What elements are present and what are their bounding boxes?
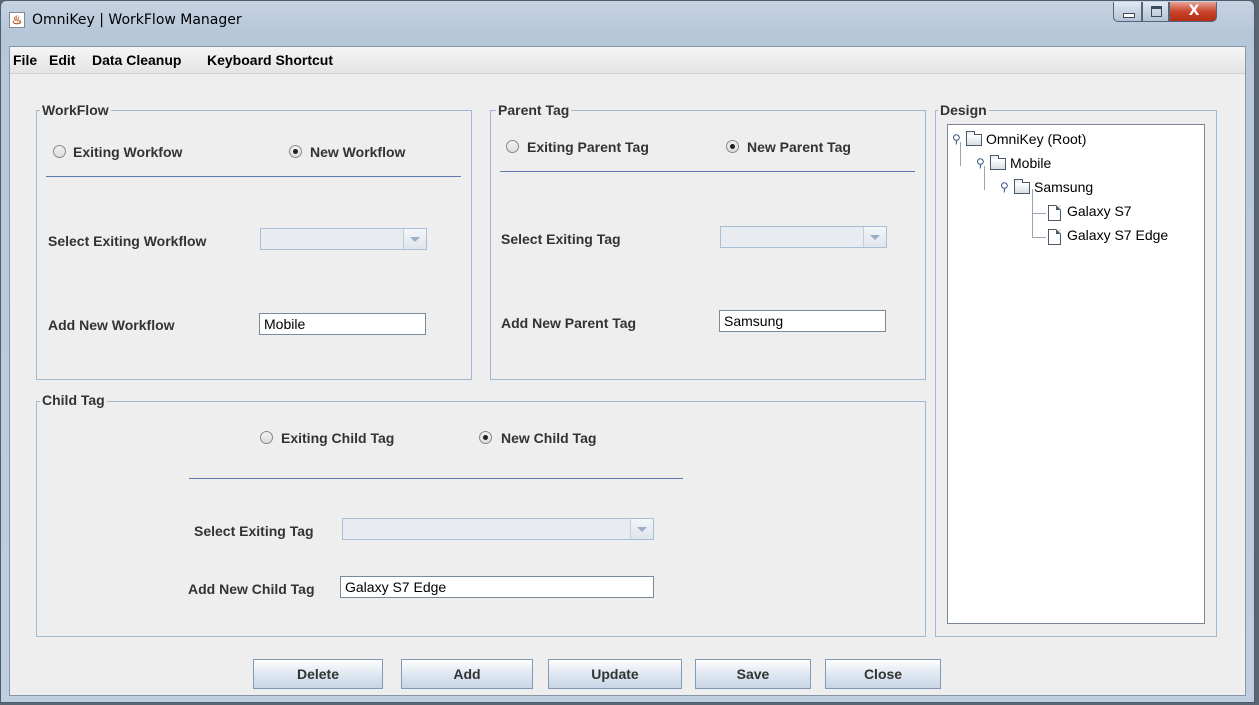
- existing-workflow-label[interactable]: Exiting Workfow: [73, 144, 182, 160]
- maximize-button[interactable]: [1142, 2, 1169, 22]
- maximize-icon: [1151, 6, 1162, 17]
- title-bar[interactable]: ♨ OmniKey | WorkFlow Manager X: [1, 1, 1254, 39]
- delete-button[interactable]: Delete: [253, 659, 383, 689]
- new-workflow-input[interactable]: Mobile: [259, 313, 426, 335]
- tree-connector: [1032, 237, 1046, 238]
- minimize-icon: [1123, 13, 1135, 18]
- close-window-button[interactable]: X: [1169, 2, 1217, 22]
- client-area: File Edit Data Cleanup Keyboard Shortcut…: [9, 46, 1246, 696]
- tree-node-samsung[interactable]: Samsung: [1034, 179, 1093, 195]
- parent-tag-separator: [500, 171, 915, 172]
- menu-file[interactable]: File: [13, 52, 37, 68]
- window-title: OmniKey | WorkFlow Manager: [32, 12, 242, 28]
- file-icon: [1048, 229, 1061, 245]
- new-workflow-label[interactable]: New Workflow: [310, 144, 405, 160]
- tree-node-galaxy-s7[interactable]: Galaxy S7: [1067, 203, 1132, 219]
- save-button[interactable]: Save: [695, 659, 811, 689]
- menu-edit[interactable]: Edit: [49, 52, 75, 68]
- new-parent-tag-input[interactable]: Samsung: [719, 310, 886, 332]
- select-existing-child-tag-label: Select Exiting Tag: [194, 523, 314, 539]
- select-existing-workflow-label: Select Exiting Workflow: [48, 233, 207, 249]
- folder-icon: [1014, 179, 1030, 194]
- existing-workflow-radio[interactable]: [53, 145, 66, 158]
- java-app-icon[interactable]: ♨: [9, 12, 25, 28]
- existing-child-tag-label[interactable]: Exiting Child Tag: [281, 430, 394, 446]
- child-tag-panel-title: Child Tag: [40, 392, 107, 408]
- tree-handle-icon[interactable]: ⚲: [952, 133, 961, 145]
- tree-node-mobile[interactable]: Mobile: [1010, 155, 1051, 171]
- menu-bar: File Edit Data Cleanup Keyboard Shortcut: [10, 47, 1245, 74]
- existing-workflow-combo[interactable]: [260, 228, 427, 250]
- application-window: ♨ OmniKey | WorkFlow Manager X File Edit…: [0, 0, 1255, 703]
- tree-handle-icon[interactable]: ⚲: [1000, 181, 1009, 193]
- select-existing-parent-tag-label: Select Exiting Tag: [501, 231, 621, 247]
- new-child-tag-label[interactable]: New Child Tag: [501, 430, 596, 446]
- design-panel-title: Design: [938, 102, 989, 118]
- folder-icon: [990, 155, 1006, 170]
- design-tree[interactable]: [947, 124, 1205, 624]
- add-new-parent-tag-label: Add New Parent Tag: [501, 315, 637, 331]
- menu-data-cleanup[interactable]: Data Cleanup: [92, 52, 181, 68]
- new-child-tag-radio[interactable]: [479, 431, 492, 444]
- folder-icon: [966, 131, 982, 146]
- file-icon: [1048, 205, 1061, 221]
- existing-parent-tag-label[interactable]: Exiting Parent Tag: [527, 139, 649, 155]
- tree-node-root[interactable]: OmniKey (Root): [986, 131, 1086, 147]
- minimize-button[interactable]: [1113, 2, 1142, 22]
- close-button[interactable]: Close: [825, 659, 941, 689]
- menu-keyboard-shortcut[interactable]: Keyboard Shortcut: [207, 52, 333, 68]
- tree-connector: [1032, 213, 1046, 214]
- parent-tag-panel-title: Parent Tag: [496, 102, 572, 118]
- chevron-down-icon[interactable]: [863, 227, 886, 247]
- existing-parent-tag-combo[interactable]: [720, 226, 887, 248]
- add-new-child-tag-label: Add New Child Tag: [188, 581, 315, 597]
- new-parent-tag-label[interactable]: New Parent Tag: [747, 139, 851, 155]
- existing-parent-tag-radio[interactable]: [506, 140, 519, 153]
- tree-handle-icon[interactable]: ⚲: [976, 157, 985, 169]
- new-child-tag-input[interactable]: Galaxy S7 Edge: [340, 576, 654, 598]
- new-parent-tag-radio[interactable]: [726, 140, 739, 153]
- workflow-panel-title: WorkFlow: [40, 102, 111, 118]
- chevron-down-icon[interactable]: [630, 519, 653, 539]
- existing-child-tag-combo[interactable]: [342, 518, 654, 540]
- close-icon: X: [1188, 3, 1200, 19]
- add-button[interactable]: Add: [401, 659, 533, 689]
- workflow-separator: [46, 176, 461, 177]
- add-new-workflow-label: Add New Workflow: [48, 317, 175, 333]
- update-button[interactable]: Update: [548, 659, 682, 689]
- tree-node-galaxy-s7-edge[interactable]: Galaxy S7 Edge: [1067, 227, 1168, 243]
- chevron-down-icon[interactable]: [403, 229, 426, 249]
- child-tag-separator: [189, 478, 683, 479]
- new-workflow-radio[interactable]: [289, 145, 302, 158]
- existing-child-tag-radio[interactable]: [260, 431, 273, 444]
